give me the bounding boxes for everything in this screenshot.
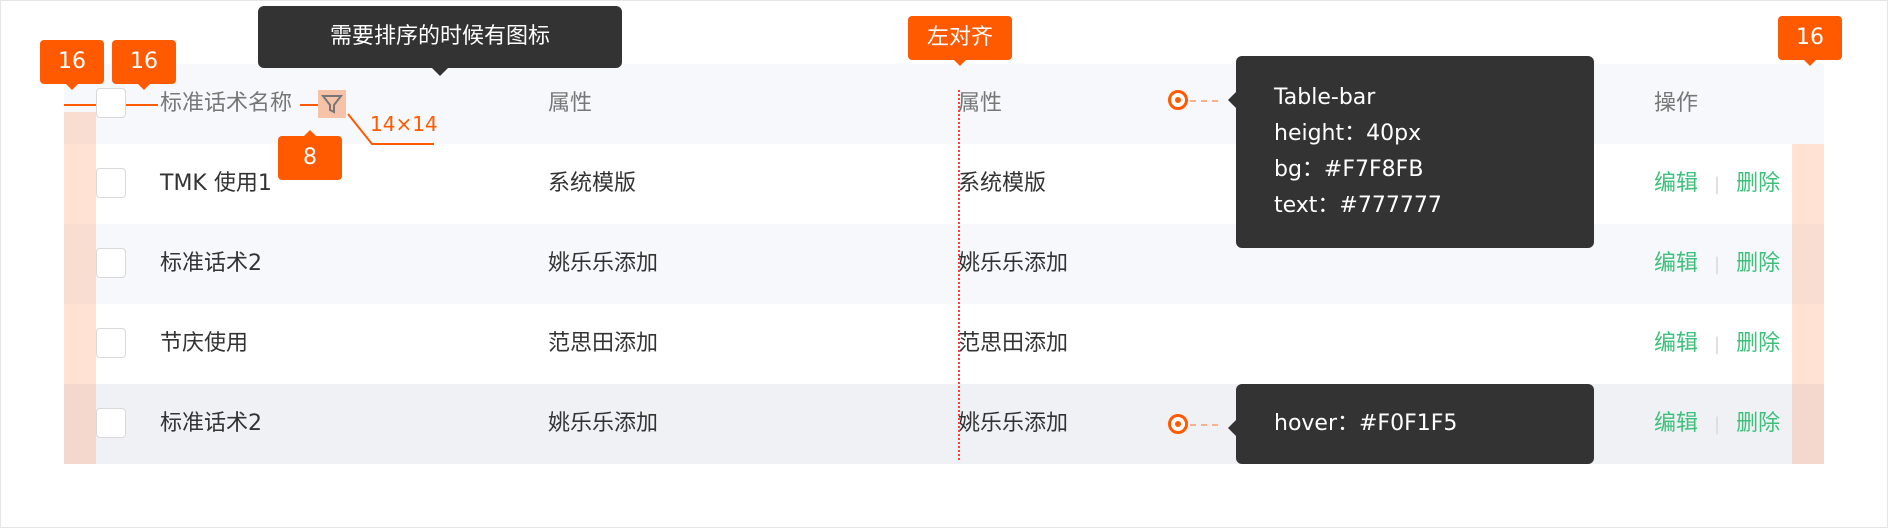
tooltip-connector (1190, 100, 1218, 102)
icon-size-label: 14×14 (370, 112, 438, 136)
select-all-checkbox[interactable] (96, 88, 126, 118)
padding-badge-right: 16 (1778, 16, 1842, 66)
sort-tooltip-text: 需要排序的时候有图标 (329, 24, 550, 49)
edit-link[interactable]: 编辑 (1654, 171, 1698, 196)
action-separator: | (1714, 334, 1721, 355)
row-checkbox[interactable] (96, 328, 126, 358)
measure-line-checkbox (126, 104, 158, 106)
header-actions: 操作 (1654, 91, 1699, 116)
row-checkbox[interactable] (96, 248, 126, 278)
edit-link[interactable]: 编辑 (1654, 411, 1698, 436)
left-padding-highlight (64, 112, 96, 464)
bar-tip-height: height：40px (1274, 121, 1422, 146)
bar-tip-text: text：#777777 (1274, 193, 1442, 218)
cell-actions: 编辑 | 删除 (1654, 304, 1780, 384)
action-separator: | (1714, 414, 1721, 435)
cell-attr-2: 姚乐乐添加 (958, 411, 1069, 436)
sort-tooltip: 需要排序的时候有图标 (258, 6, 622, 76)
delete-link[interactable]: 删除 (1736, 411, 1780, 436)
cell-attr-2: 系统模版 (958, 171, 1047, 196)
edit-link[interactable]: 编辑 (1654, 331, 1698, 356)
edit-link[interactable]: 编辑 (1654, 251, 1698, 276)
row-checkbox[interactable] (96, 408, 126, 438)
action-separator: | (1714, 174, 1721, 195)
align-badge: 左对齐 (908, 16, 1012, 66)
target-icon (1168, 90, 1188, 110)
cell-attr-1: 姚乐乐添加 (548, 411, 659, 436)
header-attr-2: 属性 (958, 91, 1003, 116)
cell-name: TMK 使用1 (160, 171, 272, 196)
cell-name: 标准话术2 (160, 251, 262, 276)
filter-gap-badge: 8 (278, 130, 342, 180)
padding-badge-left: 16 (40, 40, 104, 90)
align-guide (958, 90, 960, 460)
cell-attr-1: 范思田添加 (548, 331, 659, 356)
cell-actions: 编辑 | 删除 (1654, 144, 1780, 224)
target-icon (1168, 414, 1188, 434)
filter-icon[interactable] (318, 90, 346, 118)
bar-tip-bg: bg：#F7F8FB (1274, 157, 1424, 182)
hover-tooltip: hover：#F0F1F5 (1228, 384, 1594, 464)
cell-attr-2: 范思田添加 (958, 331, 1069, 356)
bar-tip-title: Table-bar (1274, 85, 1376, 110)
measure-line-left (64, 104, 96, 106)
padding-badge-checkbox: 16 (112, 40, 176, 90)
right-padding-highlight (1792, 144, 1824, 464)
table-row: 节庆使用 范思田添加 范思田添加 编辑 | 删除 (64, 304, 1824, 384)
delete-link[interactable]: 删除 (1736, 171, 1780, 196)
table-bar-tooltip: Table-bar height：40px bg：#F7F8FB text：#7… (1228, 56, 1594, 248)
delete-link[interactable]: 删除 (1736, 331, 1780, 356)
cell-name: 标准话术2 (160, 411, 262, 436)
hover-tip-text: hover：#F0F1F5 (1274, 411, 1458, 436)
row-checkbox[interactable] (96, 168, 126, 198)
tooltip-connector (1190, 424, 1218, 426)
measure-line-filter-gap (300, 104, 318, 106)
header-attr-1: 属性 (548, 91, 593, 116)
cell-actions: 编辑 | 删除 (1654, 224, 1780, 304)
cell-attr-1: 姚乐乐添加 (548, 251, 659, 276)
cell-actions: 编辑 | 删除 (1654, 384, 1780, 464)
action-separator: | (1714, 254, 1721, 275)
delete-link[interactable]: 删除 (1736, 251, 1780, 276)
cell-attr-1: 系统模版 (548, 171, 637, 196)
cell-name: 节庆使用 (160, 331, 249, 356)
cell-attr-2: 姚乐乐添加 (958, 251, 1069, 276)
header-name[interactable]: 标准话术名称 (160, 64, 292, 144)
